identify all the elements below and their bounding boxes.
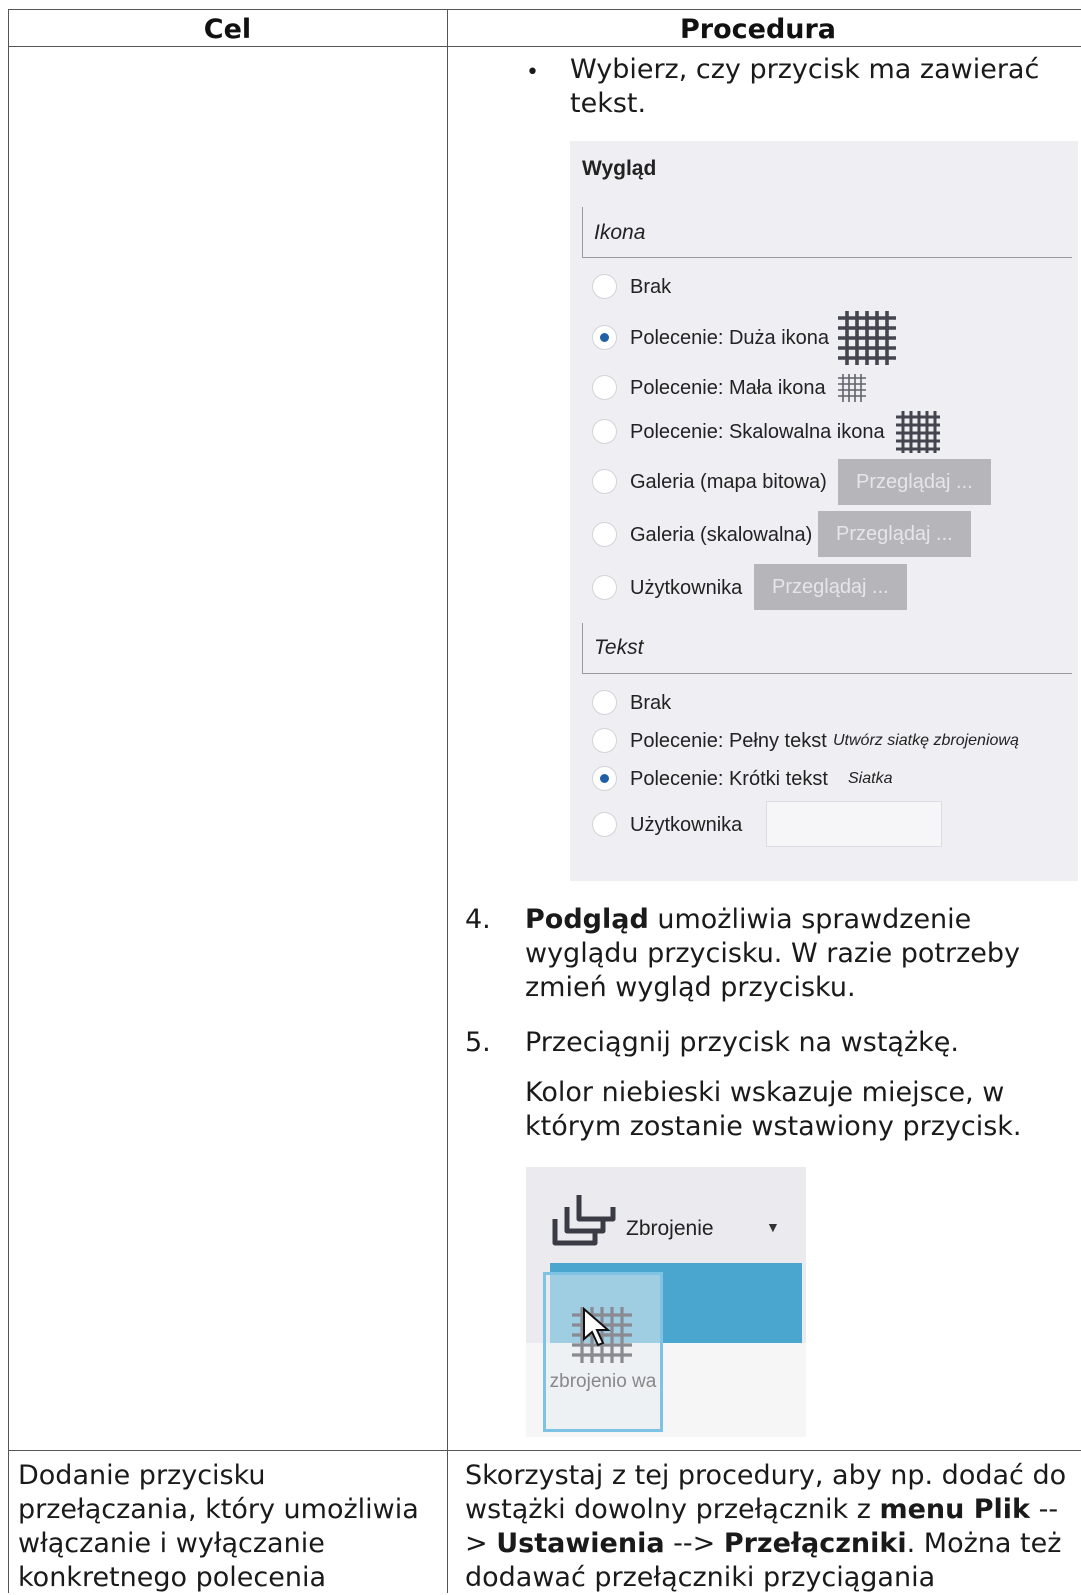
icon-option-label: Brak xyxy=(630,276,672,298)
short-text-preview: Siatka xyxy=(848,770,893,787)
bullet-marker: • xyxy=(526,60,539,85)
browse-button-gallery-scalable[interactable]: Przeglądaj ... xyxy=(818,511,971,557)
table-left-border xyxy=(8,9,9,1593)
text-radio-full[interactable] xyxy=(592,728,617,753)
step-number: 4. xyxy=(465,904,491,935)
dragged-button-label: zbrojenio wa xyxy=(549,1371,657,1392)
column-divider xyxy=(447,9,448,1593)
icon-option-label: Użytkownika xyxy=(630,577,743,599)
procedure-table: Cel Procedura • Wybierz, czy przycisk ma… xyxy=(0,0,1081,1593)
header-goal: Cel xyxy=(203,14,252,45)
icon-radio-gallery-scalable[interactable] xyxy=(592,522,617,547)
icon-option-label: Polecenie: Skalowalna ikona xyxy=(630,421,885,443)
row-separator xyxy=(8,1450,1081,1451)
group-rule xyxy=(582,623,583,673)
user-text-input[interactable] xyxy=(766,801,942,847)
text-radio-none[interactable] xyxy=(592,690,617,715)
appearance-panel: Wygląd Ikona Brak Polecenie: Duża ikona … xyxy=(570,141,1078,881)
icon-radio-user[interactable] xyxy=(592,575,617,600)
icon-radio-small[interactable] xyxy=(592,375,617,400)
icon-radio-none[interactable] xyxy=(592,274,617,299)
full-text-preview: Utwórz siatkę zbrojeniową xyxy=(833,732,1019,749)
dragged-button[interactable]: zbrojenio wa xyxy=(543,1272,663,1432)
text-option-label: Polecenie: Pełny tekst xyxy=(630,730,827,752)
group-rule xyxy=(582,257,1072,258)
icon-option-label: Polecenie: Mała ikona xyxy=(630,377,826,399)
browse-button-gallery-bitmap[interactable]: Przeglądaj ... xyxy=(838,459,991,505)
menu-path-switches: Przełączniki xyxy=(723,1528,907,1559)
icon-radio-large[interactable] xyxy=(592,325,617,350)
header-bottom-border xyxy=(8,46,1081,47)
text-option-label: Użytkownika xyxy=(630,814,743,836)
procedure-cell-row2: Skorzystaj z tej procedury, aby np. doda… xyxy=(465,1459,1075,1595)
icon-radio-gallery-bitmap[interactable] xyxy=(592,469,617,494)
group-rule xyxy=(582,207,583,257)
step-text: Przeciągnij przycisk na wstążkę. xyxy=(525,1027,959,1058)
icon-option-label: Polecenie: Duża ikona xyxy=(630,327,830,349)
step-note: Kolor niebieski wskazuje miejsce, w któr… xyxy=(525,1077,1022,1142)
icon-group-label: Ikona xyxy=(594,221,646,244)
icon-option-label: Galeria (mapa bitowa) xyxy=(630,471,827,493)
reinforcement-icon xyxy=(552,1195,616,1246)
dropdown-arrow-icon[interactable]: ▼ xyxy=(766,1219,780,1235)
mesh-grid-icon xyxy=(838,374,866,402)
text-radio-user[interactable] xyxy=(592,812,617,837)
menu-path-file: menu Plik xyxy=(879,1494,1030,1525)
proc-arrow: --> xyxy=(664,1528,724,1559)
step-number: 5. xyxy=(465,1027,491,1058)
step-bold: Podgląd xyxy=(525,904,649,935)
text-group-label: Tekst xyxy=(594,636,644,659)
goal-cell-row2: Dodanie przycisku przełączania, który um… xyxy=(18,1460,419,1593)
mesh-grid-icon xyxy=(896,411,940,453)
ribbon-group-label[interactable]: Zbrojenie xyxy=(626,1217,714,1241)
icon-option-label: Galeria (skalowalna) xyxy=(630,524,813,546)
text-option-label: Brak xyxy=(630,692,672,714)
text-radio-short[interactable] xyxy=(592,766,617,791)
bullet-text: Wybierz, czy przycisk ma zawierać tekst. xyxy=(570,54,1040,119)
group-rule xyxy=(582,673,1072,674)
ribbon-screenshot: Zbrojenie ▼ zbrojenio wa xyxy=(526,1167,806,1437)
panel-title: Wygląd xyxy=(582,157,657,180)
mesh-grid-icon xyxy=(838,311,896,365)
menu-path-settings: Ustawienia xyxy=(496,1528,665,1559)
step-text: Podgląd umożliwia sprawdzenie wyglądu pr… xyxy=(525,903,1045,1005)
browse-button-user[interactable]: Przeglądaj ... xyxy=(754,564,907,610)
mouse-pointer-icon xyxy=(583,1307,611,1347)
header-procedure: Procedura xyxy=(679,14,837,45)
text-option-label: Polecenie: Krótki tekst xyxy=(630,768,828,790)
icon-radio-scalable[interactable] xyxy=(592,419,617,444)
